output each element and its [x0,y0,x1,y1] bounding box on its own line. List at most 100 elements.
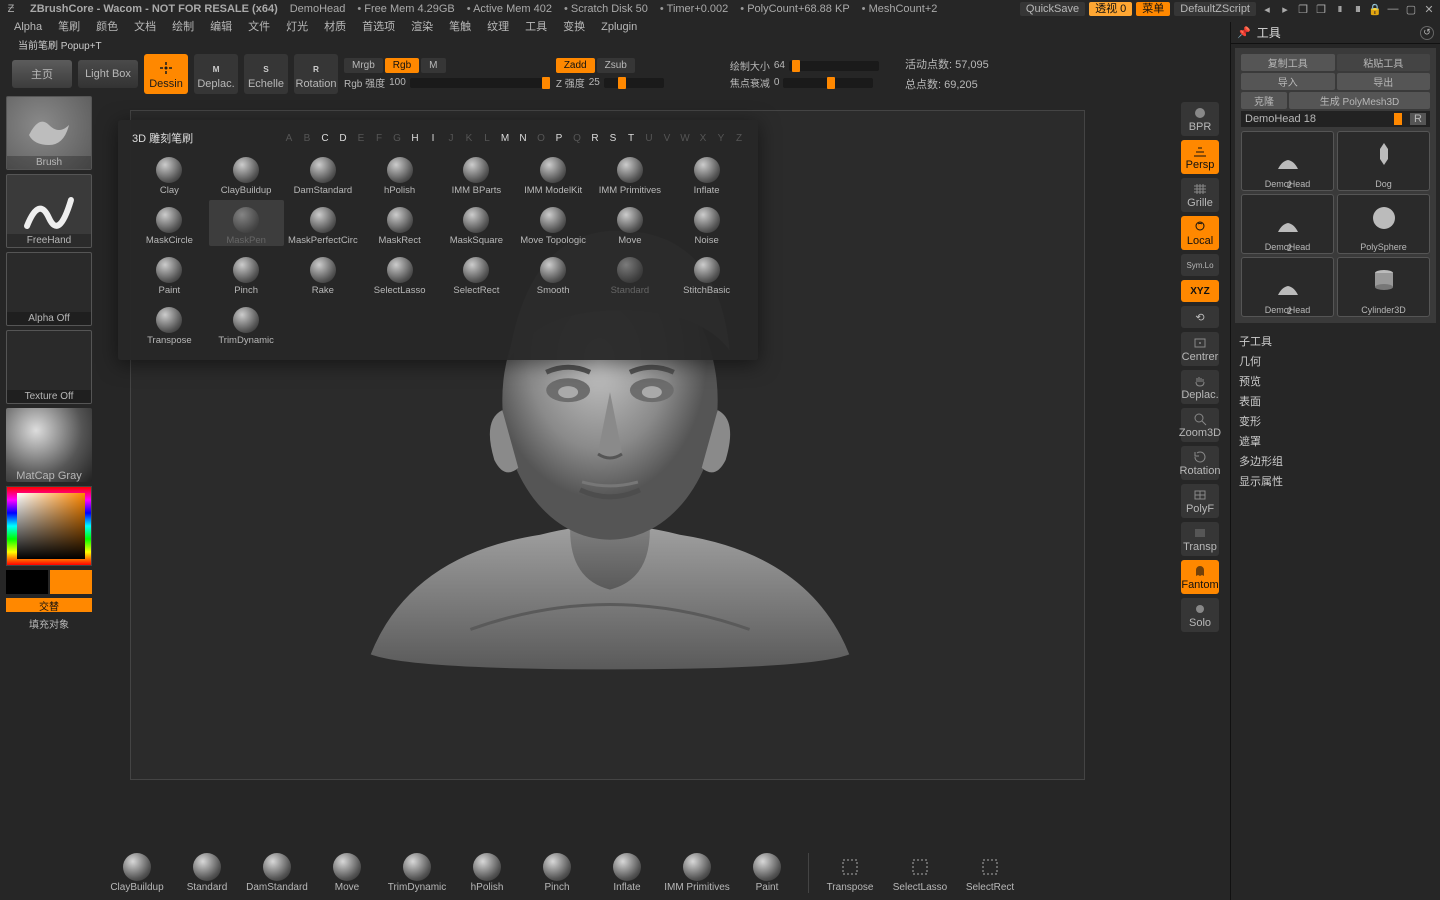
polyframe-button[interactable]: PolyF [1181,484,1219,518]
alpha-T[interactable]: T [626,133,636,144]
alpha-L[interactable]: L [482,133,492,144]
menu-edit[interactable]: 编辑 [202,18,240,36]
alpha-V[interactable]: V [662,133,672,144]
shelf-standard[interactable]: Standard [174,853,240,893]
z-intensity-slider[interactable]: Z 强度 25 [556,75,664,90]
accordion-几何[interactable]: 几何 [1239,351,1432,371]
brush-pinch[interactable]: Pinch [209,250,284,296]
brush-trimdynamic[interactable]: TrimDynamic [209,300,284,346]
menu-stroke[interactable]: 笔触 [441,18,479,36]
move-mode-button[interactable]: M Deplac. [194,54,238,94]
rgb-button[interactable]: Rgb [385,58,419,73]
zsub-button[interactable]: Zsub [597,58,635,73]
alpha-Z[interactable]: Z [734,133,744,144]
alpha-K[interactable]: K [464,133,474,144]
brush-imm-modelkit[interactable]: IMM ModelKit [516,150,591,196]
zadd-button[interactable]: Zadd [556,58,595,73]
clone-button[interactable]: 克隆 [1241,92,1287,109]
accordion-多边形组[interactable]: 多边形组 [1239,451,1432,471]
menu-draw[interactable]: 绘制 [164,18,202,36]
menu-render[interactable]: 渲染 [403,18,441,36]
panel-reset-icon[interactable]: ↺ [1420,26,1434,40]
accordion-预览[interactable]: 预览 [1239,371,1432,391]
brush-move[interactable]: Move [593,200,668,246]
minimize-icon[interactable]: — [1386,2,1400,16]
bpr-button[interactable]: BPR [1181,102,1219,136]
symlock-button[interactable]: Sym.Lo [1181,254,1219,276]
chevron-left-icon[interactable]: ◂ [1260,2,1274,16]
grid-button[interactable]: Grille [1181,178,1219,212]
brush-stitchbasic[interactable]: StitchBasic [669,250,744,296]
active-tool-r[interactable]: R [1410,113,1426,125]
alpha-E[interactable]: E [356,133,366,144]
brush-rake[interactable]: Rake [286,250,361,296]
shelf-selectrect[interactable]: SelectRect [957,853,1023,893]
alpha-Q[interactable]: Q [572,133,582,144]
make-polymesh-button[interactable]: 生成 PolyMesh3D [1289,92,1430,109]
sliders-icon[interactable]: ııı [1332,2,1346,16]
menu-alpha[interactable]: Alpha [6,18,50,36]
accordion-变形[interactable]: 变形 [1239,411,1432,431]
chevron-right-icon[interactable]: ▸ [1278,2,1292,16]
brush-clay[interactable]: Clay [132,150,207,196]
brush-selectrect[interactable]: SelectRect [439,250,514,296]
alpha-I[interactable]: I [428,133,438,144]
rotate-view-button[interactable]: Rotation [1181,446,1219,480]
tool-thumb-dog[interactable]: Dog [1337,131,1430,191]
shelf-hpolish[interactable]: hPolish [454,853,520,893]
menu-zplugin[interactable]: Zplugin [593,18,645,36]
sliders2-icon[interactable]: ıııı [1350,2,1364,16]
zscript-button[interactable]: DefaultZScript [1174,2,1256,16]
rotate-mode-button[interactable]: R Rotation [294,54,338,94]
ghost-button[interactable]: Fantom [1181,560,1219,594]
menu-file[interactable]: 文件 [240,18,278,36]
swatch-primary[interactable] [50,570,92,594]
color-picker[interactable] [6,486,92,566]
brush-damstandard[interactable]: DamStandard [286,150,361,196]
brush-claybuildup[interactable]: ClayBuildup [209,150,284,196]
alpha-P[interactable]: P [554,133,564,144]
transp-button[interactable]: Transp [1181,522,1219,556]
export-button[interactable]: 导出 [1337,73,1431,90]
alpha-picker[interactable]: Alpha Off [6,252,92,326]
alpha-Y[interactable]: Y [716,133,726,144]
brush-masksquare[interactable]: MaskSquare [439,200,514,246]
alpha-X[interactable]: X [698,133,708,144]
accordion-子工具[interactable]: 子工具 [1239,331,1432,351]
tool-thumb-demohead[interactable]: 2DemoHead [1241,131,1334,191]
center-button[interactable]: Centrer [1181,332,1219,366]
shelf-transpose[interactable]: Transpose [817,853,883,893]
tool-thumb-demohead[interactable]: 2DemoHead [1241,257,1334,317]
texture-picker[interactable]: Texture Off [6,330,92,404]
focal-shift-slider[interactable]: 焦点衰减 0 [730,75,879,90]
mrgb-button[interactable]: Mrgb [344,58,383,73]
draw-size-slider[interactable]: 绘制大小 64 [730,58,879,73]
alpha-G[interactable]: G [392,133,402,144]
scale-mode-button[interactable]: S Echelle [244,54,288,94]
alpha-S[interactable]: S [608,133,618,144]
alpha-B[interactable]: B [302,133,312,144]
brush-maskpen[interactable]: MaskPen [209,200,284,246]
brush-inflate[interactable]: Inflate [669,150,744,196]
move-view-button[interactable]: Deplac. [1181,370,1219,404]
active-tool-slider[interactable]: DemoHead 18 R [1241,111,1430,127]
tool-thumb-cylinder3d[interactable]: Cylinder3D [1337,257,1430,317]
brush-standard[interactable]: Standard [593,250,668,296]
menu-texture[interactable]: 纹理 [479,18,517,36]
brush-smooth[interactable]: Smooth [516,250,591,296]
see-button[interactable]: 透视 0 [1089,2,1132,16]
brush-imm-bparts[interactable]: IMM BParts [439,150,514,196]
windows-icon[interactable]: ❐ [1296,2,1310,16]
shelf-damstandard[interactable]: DamStandard [244,853,310,893]
link-button[interactable]: ⟲ [1181,306,1219,328]
brush-maskcircle[interactable]: MaskCircle [132,200,207,246]
shelf-paint[interactable]: Paint [734,853,800,893]
tool-thumb-demohead[interactable]: 2DemoHead [1241,194,1334,254]
tool-thumb-polysphere[interactable]: PolySphere [1337,194,1430,254]
shelf-move[interactable]: Move [314,853,380,893]
alpha-D[interactable]: D [338,133,348,144]
shelf-imm-primitives[interactable]: IMM Primitives [664,853,730,893]
alpha-W[interactable]: W [680,133,690,144]
menu-toggle-button[interactable]: 菜单 [1136,2,1170,16]
alpha-N[interactable]: N [518,133,528,144]
